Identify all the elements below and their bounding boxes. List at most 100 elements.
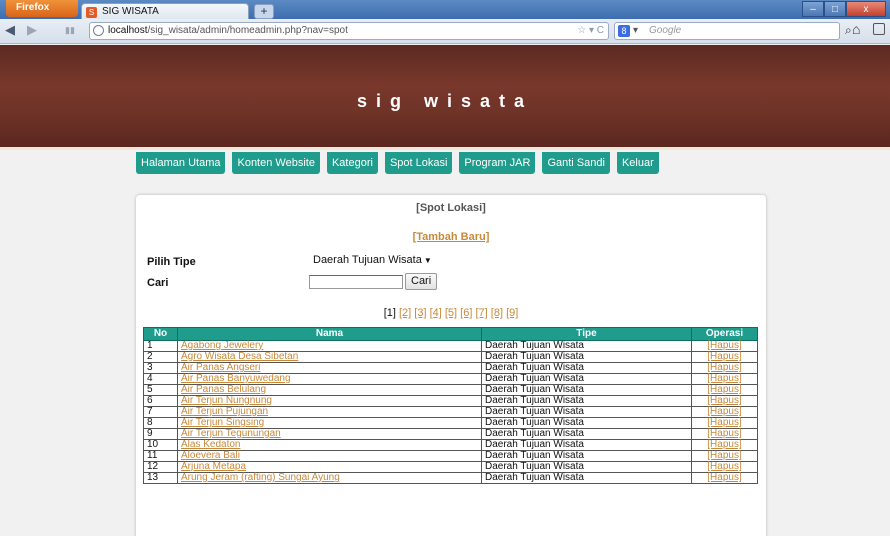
row-nama-cell: Air Terjun Pujungan [177,406,482,418]
url-bar[interactable]: localhost/sig_wisata/admin/homeadmin.php… [89,22,609,40]
delete-link[interactable]: [Hapus] [707,362,741,373]
site-header: sig wisata [0,45,890,150]
row-operasi-cell: [Hapus] [691,340,758,352]
row-tipe: Daerah Tujuan Wisata [481,461,692,473]
table-row: 11 Aloevera Bali Daerah Tujuan Wisata [Hapu… [143,450,758,462]
delete-link[interactable]: [Hapus] [707,472,741,483]
delete-link[interactable]: [Hapus] [707,340,741,351]
type-select-value: Daerah Tujuan Wisata [313,254,422,266]
delete-link[interactable]: [Hapus] [707,428,741,439]
page-link[interactable]: [4] [430,307,442,319]
row-nama-cell: Air Panas Angseri [177,362,482,374]
signal-icon: ▮▮ [65,25,75,35]
type-select[interactable]: Daerah Tujuan Wisata ▼ [309,253,436,268]
pagination: [1] [2] [3] [4] [5] [6] [7] [8] [9] [136,307,766,319]
table-row: 4 Air Panas Banyuwedang Daerah Tujuan Wisa… [143,373,758,385]
spot-name-link[interactable]: Air Terjun Nungnung [181,395,272,406]
search-label: Cari [147,277,169,289]
delete-link[interactable]: [Hapus] [707,450,741,461]
row-tipe: Daerah Tujuan Wisata [481,373,692,385]
row-tipe: Daerah Tujuan Wisata [481,450,692,462]
globe-icon [93,25,104,36]
google-logo-icon: 8 [618,25,630,37]
firefox-menu-button[interactable]: Firefox [6,0,78,17]
spot-name-link[interactable]: Air Panas Banyuwedang [181,373,291,384]
table-row: 13 Arung Jeram (rafting) Sungai Ayung Daer… [143,472,758,484]
row-no: 4 [143,373,178,385]
search-button[interactable]: Cari [405,273,438,290]
row-tipe: Daerah Tujuan Wisata [481,340,692,352]
table-row: 9 Air Terjun Tegunungan Daerah Tujuan Wisa… [143,428,758,440]
url-bar-actions-icon[interactable]: ☆ ▾ C [577,23,604,39]
search-icon[interactable]: ⌕ [845,23,852,38]
menu-konten-website[interactable]: Konten Website [232,152,320,174]
web-search-box[interactable]: 8 ▾ Google [614,22,840,40]
page-link[interactable]: [7] [475,307,487,319]
site-title: sig wisata [356,91,534,111]
row-tipe: Daerah Tujuan Wisata [481,351,692,363]
back-arrow-icon[interactable]: ◀ [5,22,15,38]
row-nama-cell: Alas Kedaton [177,439,482,451]
delete-link[interactable]: [Hapus] [707,384,741,395]
page-link[interactable]: [9] [506,307,518,319]
maximize-icon[interactable]: □ [824,1,846,17]
forward-arrow-icon[interactable]: ▶ [27,22,37,38]
delete-link[interactable]: [Hapus] [707,417,741,428]
menu-keluar[interactable]: Keluar [616,152,659,174]
spot-name-link[interactable]: Air Panas Angseri [181,362,261,373]
spot-name-link[interactable]: Air Terjun Tegunungan [181,428,281,439]
table-row: 3 Air Panas Angseri Daerah Tujuan Wisata [H… [143,362,758,374]
row-no: 10 [143,439,178,451]
menu-spot-lokasi[interactable]: Spot Lokasi [384,152,453,174]
row-nama-cell: Agabong Jewelery [177,340,482,352]
row-no: 13 [143,472,178,484]
row-operasi-cell: [Hapus] [691,472,758,484]
bookmarks-icon[interactable] [873,23,885,35]
spot-name-link[interactable]: Alas Kedaton [181,439,241,450]
menu-halaman-utama[interactable]: Halaman Utama [136,152,226,174]
add-new-link[interactable]: [Tambah Baru] [136,231,766,243]
menu-program-jar[interactable]: Program JAR [459,152,536,174]
delete-link[interactable]: [Hapus] [707,351,741,362]
url-host: localhost [108,25,148,36]
spot-name-link[interactable]: Air Terjun Singsing [181,417,264,428]
page-link[interactable]: [3] [414,307,426,319]
menu-ganti-sandi[interactable]: Ganti Sandi [542,152,610,174]
spot-name-link[interactable]: Arjuna Metapa [181,461,246,472]
tab-title: SIG WISATA [102,6,159,17]
page-link[interactable]: [8] [491,307,503,319]
row-operasi-cell: [Hapus] [691,439,758,451]
chevron-down-icon[interactable]: ▾ [633,23,638,39]
delete-link[interactable]: [Hapus] [707,373,741,384]
row-nama-cell: Arjuna Metapa [177,461,482,473]
row-no: 6 [143,395,178,407]
browser-tab[interactable]: S SIG WISATA [81,3,249,20]
row-tipe: Daerah Tujuan Wisata [481,439,692,451]
table-row: 7 Air Terjun Pujungan Daerah Tujuan Wisata… [143,406,758,418]
spot-name-link[interactable]: Air Panas Belulang [181,384,266,395]
page-link[interactable]: [2] [399,307,411,319]
window-controls: – □ x [802,1,886,17]
spot-name-link[interactable]: Air Terjun Pujungan [181,406,268,417]
search-input[interactable] [309,275,403,289]
menu-kategori[interactable]: Kategori [326,152,378,174]
spot-name-link[interactable]: Arung Jeram (rafting) Sungai Ayung [181,472,340,483]
minimize-icon[interactable]: – [802,1,824,17]
close-icon[interactable]: x [846,1,886,17]
table-row: 8 Air Terjun Singsing Daerah Tujuan Wisata… [143,417,758,429]
row-tipe: Daerah Tujuan Wisata [481,428,692,440]
spot-name-link[interactable]: Agabong Jewelery [181,340,263,351]
col-tipe-header: Tipe [481,327,692,341]
spot-name-link[interactable]: Agro Wisata Desa Sibetan [181,351,298,362]
page-link[interactable]: [6] [460,307,472,319]
new-tab-button[interactable]: + [254,4,274,19]
delete-link[interactable]: [Hapus] [707,461,741,472]
page-link[interactable]: [5] [445,307,457,319]
row-operasi-cell: [Hapus] [691,362,758,374]
delete-link[interactable]: [Hapus] [707,395,741,406]
delete-link[interactable]: [Hapus] [707,439,741,450]
delete-link[interactable]: [Hapus] [707,406,741,417]
row-no: 7 [143,406,178,418]
spot-name-link[interactable]: Aloevera Bali [181,450,240,461]
home-icon[interactable]: ⌂ [852,21,860,37]
